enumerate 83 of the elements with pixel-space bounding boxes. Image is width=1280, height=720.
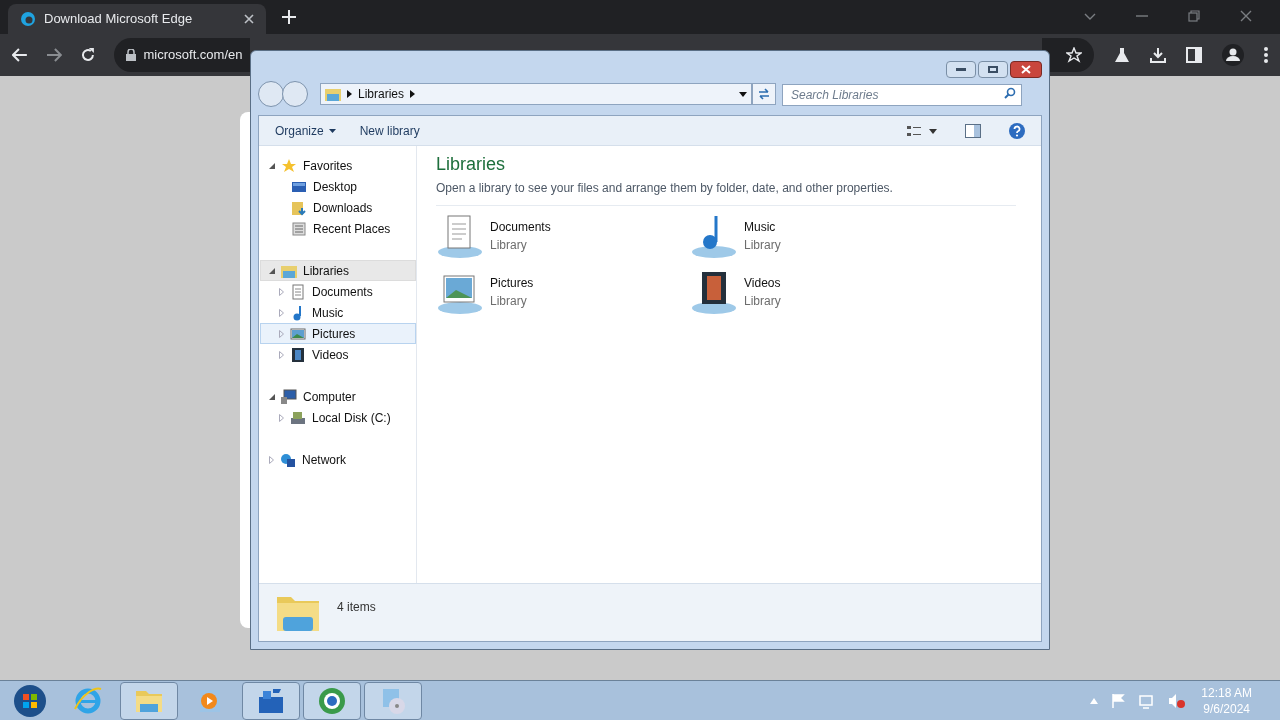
maximize-button[interactable]	[978, 61, 1008, 78]
drive-icon	[290, 409, 306, 426]
taskbar-button[interactable]	[364, 681, 422, 720]
toolbar-button[interactable]: New library	[351, 118, 428, 143]
folder-icon	[291, 199, 307, 216]
picture-icon	[290, 325, 306, 342]
browser-tab[interactable]: Download Microsoft Edge	[8, 4, 266, 34]
library-name[interactable]: Documents	[490, 218, 551, 236]
globe-icon	[280, 451, 296, 468]
star-icon[interactable]	[1066, 47, 1082, 63]
library-type: Library	[744, 237, 781, 254]
tree-item[interactable]: Computer	[260, 386, 416, 407]
refresh-icon	[757, 88, 771, 100]
tree-item[interactable]: Network	[260, 449, 416, 470]
taskbar-button[interactable]	[303, 681, 361, 720]
document-library-icon	[436, 212, 484, 260]
tab-search-icon[interactable]	[1084, 12, 1096, 20]
reload-icon[interactable]	[79, 47, 96, 63]
chevron-icon[interactable]	[410, 90, 416, 98]
tree-item[interactable]: Desktop	[260, 176, 416, 197]
taskbar-button[interactable]	[120, 681, 178, 720]
profile-icon[interactable]	[1222, 44, 1244, 66]
tree-item[interactable]: Local Disk (C:)	[260, 407, 416, 428]
lock-icon	[125, 49, 136, 61]
minimize-button[interactable]	[946, 61, 976, 78]
search-field[interactable]: Search Libraries	[782, 84, 1022, 106]
expanded-arrow-icon[interactable]	[269, 393, 275, 400]
expanded-arrow-icon[interactable]	[269, 267, 275, 274]
toolbar-button[interactable]: Organize	[267, 118, 344, 143]
library-type: Library	[490, 237, 528, 254]
page-description: Open a library to see your files and arrange them by folder, date, and other properties.	[436, 180, 894, 197]
library-name[interactable]: Music	[744, 218, 781, 236]
star-icon	[281, 157, 297, 174]
refresh-button[interactable]	[752, 83, 776, 105]
download-icon[interactable]	[1150, 47, 1166, 63]
breadcrumb-item[interactable]: Libraries	[358, 85, 405, 103]
help-icon[interactable]	[1009, 122, 1025, 139]
expanded-arrow-icon[interactable]	[269, 162, 275, 169]
close-icon[interactable]	[244, 14, 254, 24]
document-list-icon	[291, 220, 307, 237]
close-button[interactable]	[1010, 61, 1042, 78]
page-heading: Libraries	[436, 153, 507, 176]
url-text: microsoft.com/en	[143, 46, 243, 65]
tree-item[interactable]: Libraries	[260, 260, 416, 281]
dropdown-icon[interactable]	[739, 91, 747, 97]
taskbar-button[interactable]	[242, 681, 300, 720]
library-type: Library	[744, 293, 781, 310]
view-options-icon[interactable]	[907, 124, 937, 137]
monitor-icon	[281, 388, 297, 405]
forward-icon[interactable]	[45, 48, 62, 62]
film-icon	[290, 346, 306, 363]
new-tab-icon[interactable]	[282, 10, 296, 24]
close-icon[interactable]	[1240, 10, 1252, 22]
library-name[interactable]: Videos	[744, 274, 781, 292]
libraries-icon	[325, 87, 341, 101]
speaker-muted-icon[interactable]	[1168, 692, 1187, 709]
chevron-icon[interactable]	[347, 90, 352, 98]
tree-item[interactable]: Favorites	[260, 155, 416, 176]
back-icon[interactable]	[12, 48, 28, 62]
tree-item[interactable]: Music	[260, 302, 416, 323]
document-icon	[290, 283, 306, 300]
tree-item[interactable]: Pictures	[260, 323, 416, 344]
tree-item[interactable]: Recent Places	[260, 218, 416, 239]
browser-logo-icon	[20, 11, 36, 27]
preview-pane-icon[interactable]	[965, 123, 981, 138]
tree-item[interactable]: Documents	[260, 281, 416, 302]
search-icon[interactable]	[1004, 87, 1016, 99]
side-panel-icon[interactable]	[1186, 47, 1202, 63]
item-count: 4 items	[337, 598, 376, 616]
address-bar[interactable]: microsoft.com/en	[113, 38, 251, 72]
close-icon	[1021, 65, 1031, 74]
tree-item[interactable]: Videos	[260, 344, 416, 365]
caret-icon	[328, 128, 336, 133]
menu-icon[interactable]	[1264, 47, 1268, 63]
flask-icon[interactable]	[1114, 47, 1130, 63]
tab-title: Download Microsoft Edge	[44, 10, 194, 29]
tree-item[interactable]: Downloads	[260, 197, 416, 218]
address-bar-end[interactable]	[1042, 38, 1094, 72]
library-name[interactable]: Pictures	[490, 274, 534, 292]
windows-logo-icon	[13, 683, 47, 718]
library-type: Library	[490, 293, 528, 310]
restore-icon[interactable]	[1188, 10, 1200, 22]
address-bar[interactable]: Libraries	[320, 83, 752, 105]
